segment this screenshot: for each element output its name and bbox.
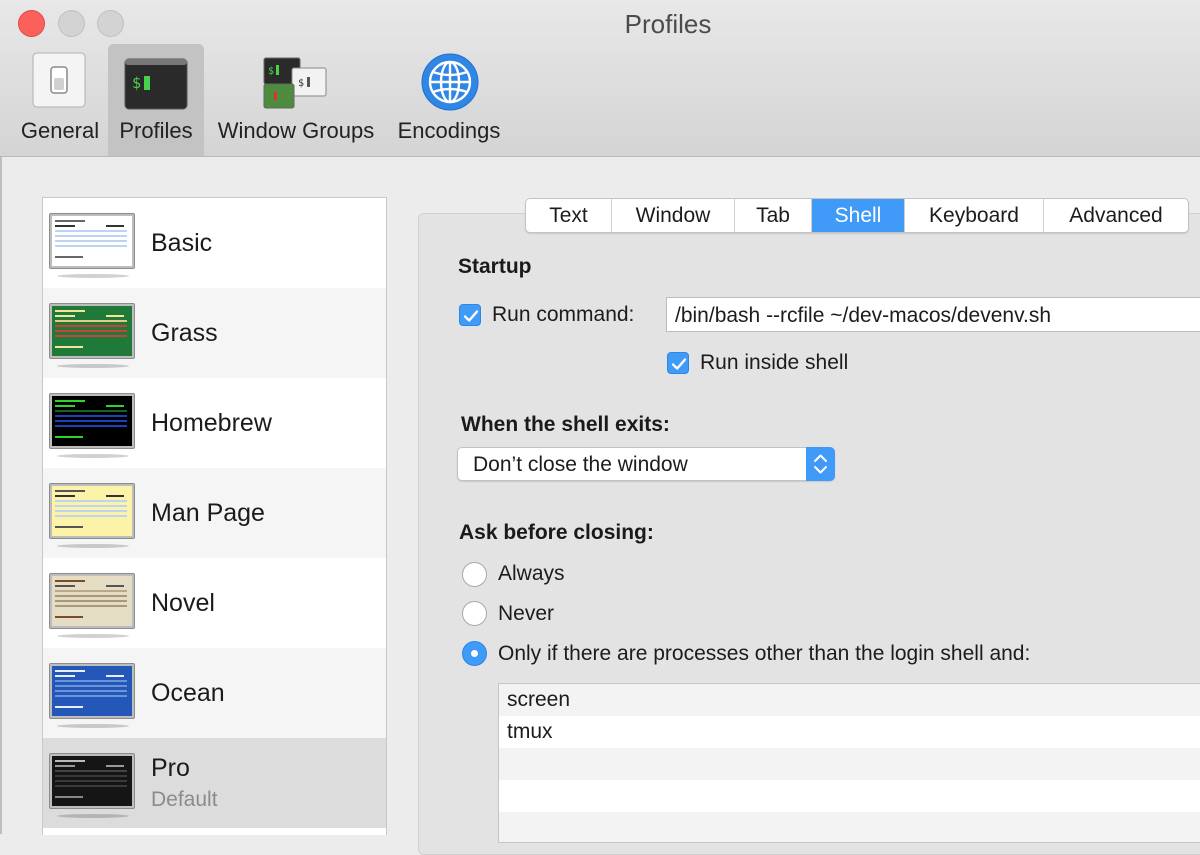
checkmark-icon	[463, 310, 479, 322]
profile-row-ocean[interactable]: Ocean	[43, 648, 386, 738]
profile-name: Man Page	[151, 499, 265, 527]
profile-row-man-page[interactable]: Man Page	[43, 468, 386, 558]
profile-thumbnail	[49, 753, 135, 809]
startup-heading: Startup	[458, 255, 532, 278]
process-row-empty	[499, 780, 1200, 812]
shell-exit-value: Don’t close the window	[473, 453, 688, 476]
profile-thumbnail	[49, 213, 135, 269]
radio-always[interactable]	[462, 562, 487, 587]
process-row[interactable]: tmux	[499, 716, 1200, 748]
process-row-empty	[499, 812, 1200, 842]
window-groups-icon: $ $	[262, 56, 328, 110]
toolbar-general-label: General	[20, 118, 100, 143]
run-command-input[interactable]: /bin/bash --rcfile ~/dev-macos/devenv.sh	[666, 297, 1200, 332]
popup-arrows-icon	[806, 447, 835, 481]
switch-icon	[32, 52, 86, 108]
profile-row-grass[interactable]: Grass	[43, 288, 386, 378]
profile-row-homebrew[interactable]: Homebrew	[43, 378, 386, 468]
toolbar-window-groups[interactable]: $ $ Window Groups	[210, 44, 382, 156]
tab-text[interactable]: Text	[526, 199, 612, 232]
thumbnail-shadow	[57, 724, 129, 728]
settings-tabs: Text Window Tab Shell Keyboard Advanced	[525, 198, 1189, 233]
profile-list[interactable]: Basic Grass Homebrew Man Page Novel Ocea…	[42, 197, 387, 835]
process-list[interactable]: screen tmux	[498, 683, 1200, 843]
run-inside-shell-checkbox[interactable]	[667, 352, 689, 374]
profile-name: Novel	[151, 589, 215, 617]
process-row[interactable]: screen	[499, 684, 1200, 716]
checkmark-icon	[671, 358, 687, 370]
svg-text:$: $	[298, 78, 304, 89]
globe-icon	[420, 52, 480, 112]
toolbar-profiles[interactable]: $ Profiles	[108, 44, 204, 156]
profile-thumbnail	[49, 303, 135, 359]
radio-only-if-processes[interactable]	[462, 641, 487, 666]
profile-row-basic[interactable]: Basic	[43, 198, 386, 288]
profile-name: Ocean	[151, 679, 225, 707]
thumbnail-shadow	[57, 454, 129, 458]
toolbar-encodings-label: Encodings	[397, 118, 501, 143]
run-command-label: Run command:	[492, 303, 635, 326]
toolbar-general[interactable]: General	[14, 44, 106, 156]
tab-advanced[interactable]: Advanced	[1044, 199, 1188, 232]
shell-exit-popup[interactable]: Don’t close the window	[457, 447, 835, 481]
profile-row-novel[interactable]: Novel	[43, 558, 386, 648]
thumbnail-shadow	[57, 274, 129, 278]
tab-shell[interactable]: Shell	[812, 199, 905, 232]
ask-closing-heading: Ask before closing:	[459, 521, 654, 544]
profile-thumbnail	[49, 663, 135, 719]
toolbar-encodings[interactable]: Encodings	[392, 44, 506, 156]
tab-tab[interactable]: Tab	[735, 199, 812, 232]
window-edge	[0, 157, 2, 834]
profile-row-pro[interactable]: Pro Default	[43, 738, 386, 828]
terminal-icon: $	[124, 58, 188, 110]
radio-never-label: Never	[498, 602, 555, 625]
tab-window[interactable]: Window	[612, 199, 735, 232]
radio-never[interactable]	[462, 601, 487, 626]
window-title: Profiles	[624, 9, 712, 39]
thumbnail-shadow	[57, 544, 129, 548]
radio-always-label: Always	[498, 562, 565, 585]
profile-thumbnail	[49, 393, 135, 449]
profile-thumbnail	[49, 483, 135, 539]
tab-keyboard[interactable]: Keyboard	[905, 199, 1044, 232]
run-command-checkbox[interactable]	[459, 304, 481, 326]
profile-thumbnail	[49, 573, 135, 629]
thumbnail-shadow	[57, 364, 129, 368]
svg-text:$: $	[268, 66, 274, 77]
process-row-empty	[499, 748, 1200, 780]
thumbnail-shadow	[57, 634, 129, 638]
toolbar-window-groups-label: Window Groups	[217, 118, 375, 143]
profile-name: Pro	[151, 754, 190, 782]
profile-name: Basic	[151, 229, 213, 257]
svg-text:$: $	[132, 74, 141, 92]
profile-default-label: Default	[151, 788, 218, 811]
profile-name: Homebrew	[151, 409, 272, 437]
radio-only-if-processes-label: Only if there are processes other than t…	[498, 642, 1031, 665]
shell-exit-heading: When the shell exits:	[461, 413, 670, 436]
run-inside-shell-label: Run inside shell	[700, 351, 849, 374]
toolbar-profiles-label: Profiles	[119, 118, 193, 143]
thumbnail-shadow	[57, 814, 129, 818]
title-bar: Profiles General $ Profiles $ $ Window G…	[0, 0, 1200, 157]
profile-name: Grass	[151, 319, 218, 347]
